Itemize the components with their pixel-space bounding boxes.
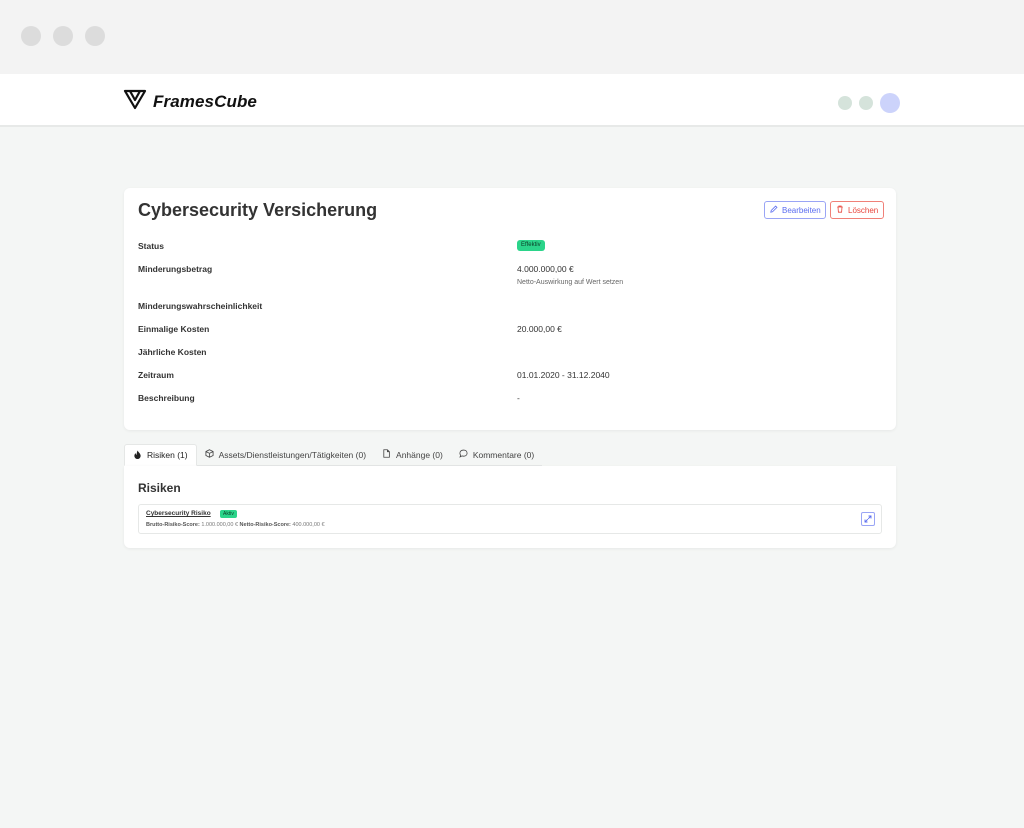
tab-risks[interactable]: Risiken (1) <box>124 444 197 466</box>
detail-tabs: Risiken (1) Assets/Dienstleistungen/Täti… <box>124 444 543 466</box>
tab-label: Kommentare (0) <box>472 449 535 460</box>
header-icon-placeholder[interactable] <box>838 96 852 110</box>
field-label-mitigation-probability: Minderungswahrscheinlichkeit <box>138 301 263 311</box>
field-label-status: Status <box>138 241 164 251</box>
gross-score-value: 1.000.000,00 € <box>201 522 239 528</box>
app-name: FramesCube <box>153 91 257 111</box>
edit-button-label: Bearbeiten <box>782 205 821 215</box>
delete-button-label: Löschen <box>848 205 879 215</box>
field-value-period: 01.01.2020 - 31.12.2040 <box>517 370 610 380</box>
field-value-description: - <box>517 393 520 403</box>
field-value-one-time-costs: 20.000,00 € <box>517 324 562 334</box>
status-badge: Effektiv <box>517 240 545 251</box>
field-label-one-time-costs: Einmalige Kosten <box>138 324 210 334</box>
file-icon <box>382 449 391 460</box>
field-label-period: Zeitraum <box>138 370 174 380</box>
tab-label: Risiken (1) <box>147 450 188 460</box>
logo-icon <box>123 88 147 115</box>
window-maximize-dot[interactable] <box>85 26 105 46</box>
open-risk-button[interactable] <box>861 512 875 526</box>
delete-button[interactable]: Löschen <box>830 201 884 219</box>
tab-label: Assets/Dienstleistungen/Tätigkeiten (0) <box>218 449 367 460</box>
window-chrome <box>0 0 1024 74</box>
edit-button[interactable]: Bearbeiten <box>764 201 826 219</box>
tab-comments[interactable]: Kommentare (0) <box>450 444 543 466</box>
trash-icon <box>836 205 844 215</box>
window-close-dot[interactable] <box>21 26 41 46</box>
status-badge: Aktiv <box>220 510 237 518</box>
field-label-annual-costs: Jährliche Kosten <box>138 347 207 357</box>
section-title: Risiken <box>138 481 181 495</box>
list-item: Cybersecurity Risiko Aktiv Brutto-Risiko… <box>138 504 882 534</box>
window-minimize-dot[interactable] <box>53 26 73 46</box>
user-avatar[interactable] <box>880 93 900 113</box>
field-value-mitigation-amount: 4.000.000,00 € <box>517 264 574 274</box>
risk-link[interactable]: Cybersecurity Risiko <box>146 510 211 517</box>
tab-attachments[interactable]: Anhänge (0) <box>374 444 451 466</box>
field-label-description: Beschreibung <box>138 393 195 403</box>
app-logo[interactable]: FramesCube <box>123 88 257 115</box>
net-score-value: 400.000,00 € <box>292 522 325 528</box>
box-icon <box>205 449 214 460</box>
tab-assets[interactable]: Assets/Dienstleistungen/Tätigkeiten (0) <box>196 444 375 466</box>
risks-panel: Risiken Cybersecurity Risiko Aktiv Brutt… <box>124 466 896 548</box>
pencil-icon <box>770 205 778 215</box>
risk-scores: Brutto-Risiko-Score: 1.000.000,00 € Nett… <box>146 522 325 528</box>
app-header: FramesCube <box>0 74 1024 127</box>
tab-label: Anhänge (0) <box>396 449 443 460</box>
expand-icon <box>864 510 872 528</box>
measure-detail-card: Cybersecurity Versicherung Bearbeiten Lö… <box>124 188 896 430</box>
net-score-label: Netto-Risiko-Score: <box>239 522 291 528</box>
comment-icon <box>459 449 468 460</box>
gross-score-label: Brutto-Risiko-Score: <box>146 522 200 528</box>
header-icon-placeholder[interactable] <box>859 96 873 110</box>
field-label-mitigation-amount: Minderungsbetrag <box>138 264 213 274</box>
flame-icon <box>133 449 142 461</box>
field-hint-net-impact: Netto-Auswirkung auf Wert setzen <box>517 279 624 286</box>
page-title: Cybersecurity Versicherung <box>138 200 378 220</box>
